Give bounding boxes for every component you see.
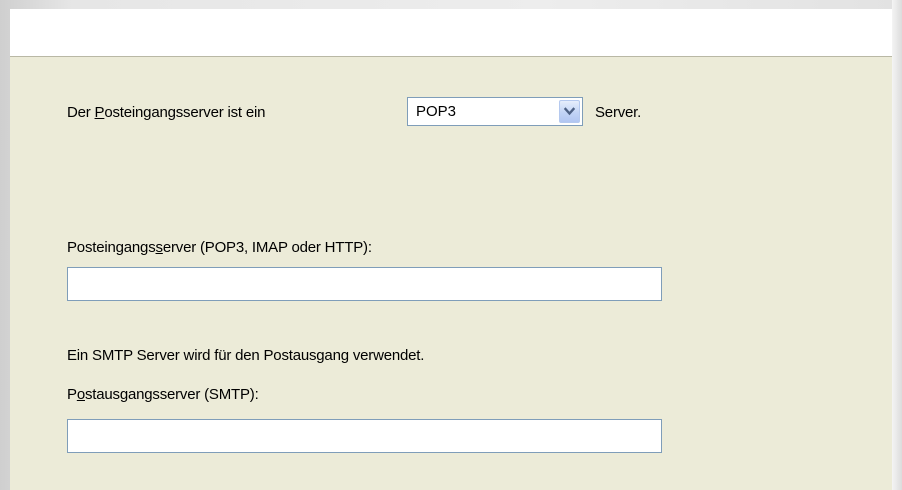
label-text: Der xyxy=(67,104,95,121)
server-settings-panel: Der Posteingangsserver ist ein POP3 Serv… xyxy=(10,57,892,490)
label-text: P xyxy=(67,386,77,403)
selected-value: POP3 xyxy=(416,103,457,120)
incoming-server-type-label: Der Posteingangsserver ist ein xyxy=(67,104,265,122)
outgoing-server-input[interactable] xyxy=(67,419,662,453)
access-key: o xyxy=(76,386,85,403)
server-suffix-label: Server. xyxy=(595,104,642,121)
smtp-info-text: Ein SMTP Server wird für den Postausgang… xyxy=(67,347,425,364)
chevron-down-icon xyxy=(564,107,575,116)
outgoing-server-label: Postausgangsserver (SMTP): xyxy=(67,386,259,404)
dropdown-button[interactable] xyxy=(559,100,580,123)
label-text: erver (POP3, IMAP oder HTTP): xyxy=(162,239,372,256)
label-text: osteingangsserver ist ein xyxy=(104,104,266,121)
dialog-header xyxy=(10,9,892,57)
incoming-server-input[interactable] xyxy=(67,267,662,301)
label-text: stausgangsserver (SMTP): xyxy=(84,386,259,403)
label-text: Posteingangs xyxy=(67,239,156,256)
window-edge xyxy=(892,0,902,490)
incoming-server-type-select[interactable]: POP3 xyxy=(407,97,583,126)
access-key: s xyxy=(155,239,164,256)
access-key: P xyxy=(94,104,105,121)
account-settings-dialog: Der Posteingangsserver ist ein POP3 Serv… xyxy=(10,9,892,490)
incoming-server-label: Posteingangsserver (POP3, IMAP oder HTTP… xyxy=(67,239,372,257)
